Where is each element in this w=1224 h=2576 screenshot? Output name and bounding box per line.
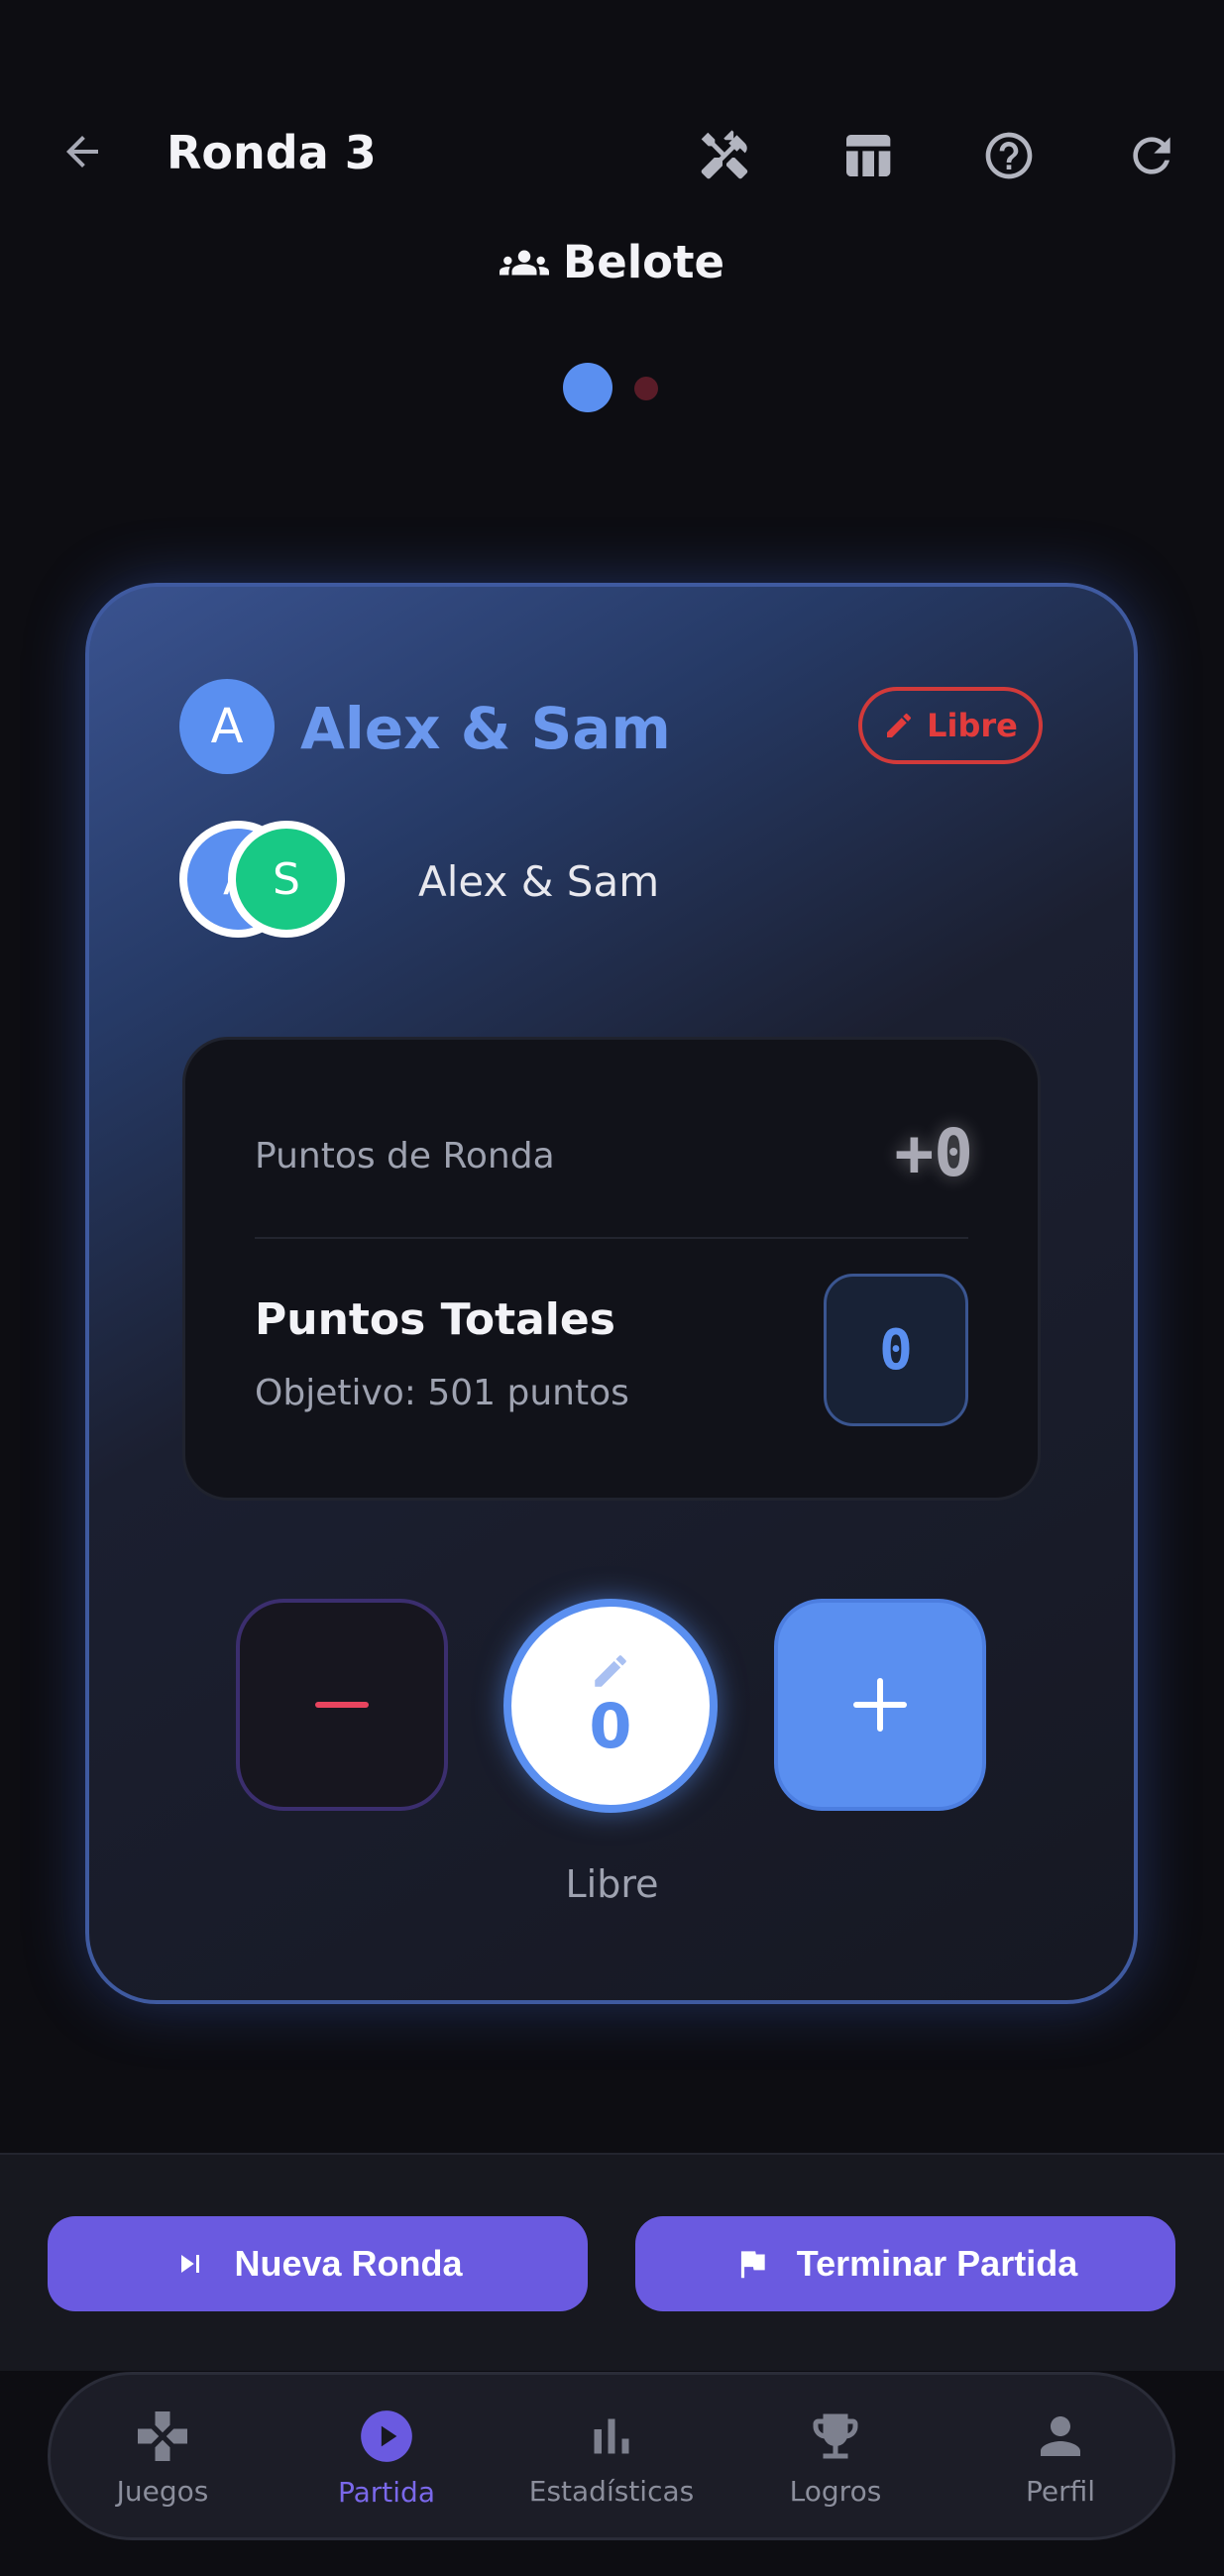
page-title: Ronda 3	[167, 126, 377, 179]
round-points-value: +0	[894, 1115, 973, 1191]
nav-label: Partida	[338, 2476, 435, 2509]
arrow-back-icon	[66, 136, 98, 168]
flag-icon	[740, 2251, 765, 2279]
nav-item-juegos[interactable]: Juegos	[63, 2384, 262, 2532]
plus-icon	[853, 1678, 907, 1732]
nav-item-estadisticas[interactable]: Estadísticas	[512, 2384, 711, 2532]
nav-label: Juegos	[116, 2475, 209, 2508]
new-round-label: Nueva Ronda	[234, 2243, 463, 2284]
end-game-button[interactable]: Terminar Partida	[635, 2216, 1175, 2311]
minus-icon	[315, 1702, 369, 1708]
divider	[255, 1237, 968, 1239]
table-icon	[846, 135, 891, 176]
play-circle-icon	[361, 2410, 412, 2462]
mode-badge[interactable]: Libre	[858, 687, 1043, 764]
game-name: Belote	[562, 236, 725, 288]
points-input[interactable]: 0	[503, 1599, 718, 1813]
members-label: Alex & Sam	[418, 857, 660, 906]
mode-badge-label: Libre	[927, 707, 1018, 744]
tools-button[interactable]	[690, 121, 759, 190]
tools-icon	[701, 130, 748, 179]
end-game-label: Terminar Partida	[796, 2243, 1078, 2284]
nav-item-perfil[interactable]: Perfil	[961, 2384, 1160, 2532]
nav-item-partida[interactable]: Partida	[287, 2384, 486, 2532]
table-button[interactable]	[833, 121, 902, 190]
total-points-label: Puntos Totales	[255, 1294, 615, 1345]
edit-icon	[887, 713, 912, 737]
round-points-label: Puntos de Ronda	[255, 1136, 555, 1176]
nav-label: Perfil	[1025, 2475, 1096, 2508]
nav-item-logros[interactable]: Logros	[736, 2384, 935, 2532]
game-label: Belote	[0, 236, 1224, 288]
bar-chart-icon	[594, 2418, 629, 2454]
total-points-value: 0	[824, 1274, 968, 1426]
increment-button[interactable]	[774, 1599, 986, 1811]
mode-caption: Libre	[565, 1862, 659, 1906]
team-avatar: A	[179, 679, 275, 774]
refresh-button[interactable]	[1117, 121, 1186, 190]
goal-label: Objetivo: 501 puntos	[255, 1373, 629, 1413]
gamepad-icon	[138, 2411, 187, 2461]
help-icon	[985, 132, 1033, 179]
team-name: Alex & Sam	[300, 695, 671, 762]
skip-next-icon	[181, 2255, 200, 2273]
back-button[interactable]	[52, 121, 113, 182]
edit-icon	[595, 1655, 626, 1687]
help-button[interactable]	[974, 121, 1044, 190]
new-round-button[interactable]: Nueva Ronda	[48, 2216, 588, 2311]
nav-label: Estadísticas	[528, 2475, 695, 2508]
member-avatar: S	[228, 821, 345, 938]
nav-label: Logros	[789, 2475, 882, 2508]
page-indicator-active[interactable]	[563, 363, 612, 412]
page-indicator[interactable]	[634, 377, 658, 400]
person-icon	[1041, 2416, 1080, 2456]
decrement-button[interactable]	[236, 1599, 448, 1811]
group-icon	[499, 250, 549, 275]
points-value: 0	[589, 1690, 632, 1762]
trophy-icon	[813, 2413, 858, 2459]
refresh-icon	[1133, 137, 1170, 174]
score-panel	[182, 1037, 1041, 1501]
